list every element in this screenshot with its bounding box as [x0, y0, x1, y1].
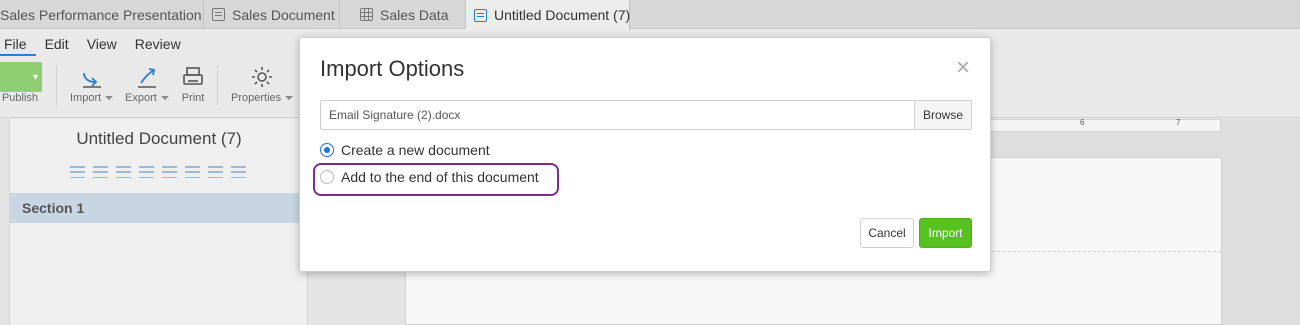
- chevron-down-icon: [285, 96, 294, 101]
- print-label: Print: [181, 92, 205, 104]
- move-up-icon[interactable]: [208, 165, 223, 179]
- export-icon: [137, 68, 156, 88]
- ribbon-divider: [217, 66, 218, 106]
- option-add-to-end[interactable]: Add to the end of this document: [320, 169, 539, 185]
- tab-bar: Sales Performance Presentation Sales Doc…: [0, 0, 1300, 30]
- tab-sales-data[interactable]: Sales Data: [340, 0, 466, 29]
- ruler-mark: 6: [1080, 118, 1085, 127]
- document-icon: [474, 8, 487, 22]
- gear-icon: [252, 67, 273, 87]
- spreadsheet-icon: [360, 8, 373, 21]
- publish-button[interactable]: ▾ Publish: [0, 62, 42, 104]
- dialog-title: Import Options: [320, 56, 465, 81]
- tab-label: Sales Data: [380, 6, 449, 23]
- import-button[interactable]: Import: [919, 218, 972, 248]
- publish-label: Publish: [1, 92, 39, 104]
- outline-pane: Untitled Document (7) Section 1: [0, 119, 308, 325]
- ribbon-divider: [56, 66, 57, 106]
- tab-label: Untitled Document (7): [494, 7, 631, 23]
- ruler-mark: 7: [1176, 118, 1181, 127]
- close-icon[interactable]: ×: [956, 56, 970, 80]
- radio-checked-icon[interactable]: [320, 143, 334, 157]
- outline-document-title: Untitled Document (7): [76, 129, 242, 148]
- chevron-down-icon: [160, 96, 169, 101]
- import-label: Import: [70, 92, 102, 104]
- tab-label: Sales Performance Presentation: [0, 6, 202, 23]
- tab-untitled-document[interactable]: Untitled Document (7): [466, 0, 630, 30]
- export-label: Export: [125, 92, 157, 104]
- option-label: Create a new document: [341, 142, 490, 158]
- radio-unchecked-icon[interactable]: [320, 170, 334, 184]
- properties-label: Properties: [231, 92, 282, 104]
- tab-label: Sales Document: [232, 6, 335, 23]
- option-create-new-document[interactable]: Create a new document: [320, 142, 490, 158]
- menu-review[interactable]: Review: [126, 32, 190, 56]
- chevron-down-icon: [105, 96, 114, 101]
- properties-button[interactable]: Properties: [231, 62, 294, 104]
- pane-gutter: [0, 119, 10, 325]
- import-icon: [82, 72, 101, 88]
- printer-icon: [183, 67, 203, 85]
- tab-sales-document[interactable]: Sales Document: [204, 0, 340, 29]
- menu-file[interactable]: File: [0, 32, 36, 56]
- publish-icon: ▾: [0, 62, 42, 92]
- outline-section-item[interactable]: Section 1: [10, 193, 308, 223]
- document-icon: [212, 8, 225, 21]
- option-label: Add to the end of this document: [341, 169, 539, 185]
- outdent-icon[interactable]: [93, 165, 108, 179]
- print-button[interactable]: Print: [181, 62, 205, 104]
- menu-view[interactable]: View: [78, 32, 126, 56]
- menu-edit[interactable]: Edit: [36, 32, 78, 56]
- import-options-dialog: Import Options × Email Signature (2).doc…: [299, 37, 991, 272]
- outline-toolbar: [70, 165, 246, 179]
- cancel-button[interactable]: Cancel: [860, 218, 914, 248]
- promote-icon[interactable]: [162, 165, 177, 179]
- move-down-icon[interactable]: [231, 165, 246, 179]
- add-item-icon[interactable]: [116, 165, 131, 179]
- browse-button[interactable]: Browse: [914, 100, 972, 130]
- indent-icon[interactable]: [70, 165, 85, 179]
- export-button[interactable]: Export: [125, 62, 169, 104]
- add-subitem-icon[interactable]: [139, 165, 154, 179]
- tab-sales-performance-presentation[interactable]: Sales Performance Presentation: [0, 0, 204, 29]
- demote-icon[interactable]: [185, 165, 200, 179]
- import-button[interactable]: Import: [70, 62, 114, 104]
- ruler: 6 7: [989, 118, 1221, 132]
- file-path-input[interactable]: Email Signature (2).docx: [320, 100, 914, 130]
